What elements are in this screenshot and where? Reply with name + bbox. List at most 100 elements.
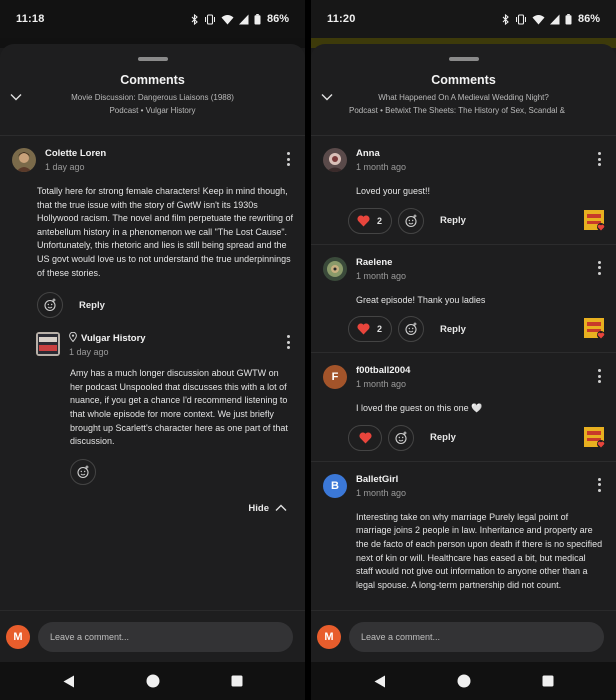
- podcast-name: Podcast • Vulgar History: [109, 106, 196, 115]
- episode-title: What Happened On A Medieval Wedding Nigh…: [378, 93, 549, 102]
- home-circle-icon: [146, 674, 159, 688]
- more-options-button[interactable]: [283, 334, 293, 350]
- heart-reaction-button[interactable]: 2: [348, 207, 393, 234]
- comment-input[interactable]: [349, 621, 604, 652]
- reply-button[interactable]: Reply: [440, 215, 466, 226]
- comment-text: I loved the guest on this one 🤍: [356, 403, 483, 414]
- add-reaction-button[interactable]: [388, 424, 414, 451]
- comment-time: 1 month ago: [356, 270, 407, 281]
- sheet-title: Comments: [120, 73, 185, 87]
- more-options-button[interactable]: [594, 151, 604, 167]
- avatar[interactable]: F: [323, 365, 347, 390]
- reply-button[interactable]: Reply: [79, 300, 105, 311]
- podcast-name: Podcast • Betwixt The Sheets: The Histor…: [349, 106, 565, 115]
- home-button[interactable]: [145, 673, 161, 689]
- reaction-count: 2: [377, 324, 383, 335]
- recents-square-icon: [542, 675, 553, 687]
- user-photo-icon: [12, 148, 36, 172]
- heart-reaction-button[interactable]: [348, 424, 382, 451]
- signal-icon: [238, 14, 249, 24]
- comment-input[interactable]: [38, 621, 293, 652]
- comment-author[interactable]: Raelene: [356, 257, 604, 269]
- heart-icon: [357, 215, 370, 227]
- podcast-liked-badge-icon: [584, 209, 605, 231]
- heart-reaction-button[interactable]: 2: [348, 316, 393, 343]
- add-reaction-button[interactable]: [398, 207, 425, 234]
- back-triangle-icon: [374, 675, 385, 687]
- user-photo-icon: [323, 256, 347, 281]
- add-reaction-icon: [395, 431, 407, 444]
- add-reaction-icon: [405, 214, 417, 227]
- comment-item: Anna 1 month ago Loved your guest!! 2 Re…: [311, 136, 616, 245]
- sheet-header: Comments What Happened On A Medieval Wed…: [311, 61, 616, 135]
- more-options-button[interactable]: [283, 151, 293, 167]
- podcast-avatar[interactable]: [36, 332, 60, 357]
- recents-button[interactable]: [229, 673, 245, 689]
- back-button[interactable]: [61, 673, 77, 689]
- more-options-button[interactable]: [594, 260, 604, 276]
- recents-button[interactable]: [540, 673, 556, 689]
- reply-author[interactable]: Vulgar History: [81, 333, 146, 344]
- more-options-button[interactable]: [594, 477, 604, 493]
- battery-percent: 86%: [266, 13, 289, 25]
- battery-icon: [565, 13, 572, 24]
- reaction-count: 2: [377, 215, 383, 226]
- collapse-sheet-button[interactable]: [317, 87, 337, 107]
- reply-time: 1 day ago: [69, 347, 109, 358]
- avatar[interactable]: [323, 148, 347, 172]
- chevron-down-icon: [10, 94, 22, 101]
- podcast-liked-badge-icon: [584, 318, 605, 340]
- comments-sheet: Comments Movie Discussion: Dangerous Lia…: [0, 44, 305, 662]
- signal-icon: [549, 14, 560, 24]
- add-reaction-icon: [44, 298, 56, 312]
- recents-square-icon: [231, 675, 242, 687]
- comment-item: Colette Loren 1 day ago Totally here for…: [0, 136, 305, 514]
- vibrate-icon: [204, 13, 215, 25]
- home-button[interactable]: [456, 673, 472, 689]
- comment-author[interactable]: BalletGirl: [356, 474, 604, 486]
- comment-text: Loved your guest!!: [356, 186, 431, 196]
- sheet-title: Comments: [431, 73, 496, 87]
- wifi-icon: [221, 14, 234, 24]
- more-options-button[interactable]: [594, 368, 604, 384]
- system-nav-bar: [0, 662, 305, 700]
- comments-sheet: Comments What Happened On A Medieval Wed…: [311, 44, 616, 662]
- hide-replies-button[interactable]: Hide: [36, 485, 293, 514]
- heart-icon: [358, 432, 372, 444]
- podcast-artwork-icon: [36, 332, 60, 357]
- right-screen: 11:20 86% Comments What Happened On A Me…: [311, 0, 616, 700]
- my-avatar[interactable]: M: [317, 624, 341, 649]
- reply-button[interactable]: Reply: [430, 432, 456, 443]
- comment-author[interactable]: f00tball2004: [356, 365, 604, 377]
- add-reaction-button[interactable]: [37, 292, 63, 319]
- location-pin-icon: [69, 332, 77, 343]
- my-avatar[interactable]: M: [6, 624, 30, 649]
- add-reaction-button[interactable]: [398, 316, 425, 343]
- avatar[interactable]: [12, 148, 36, 172]
- heart-icon: [357, 323, 370, 335]
- sheet-header: Comments Movie Discussion: Dangerous Lia…: [0, 61, 305, 135]
- add-reaction-icon: [405, 322, 417, 336]
- vibrate-icon: [515, 13, 526, 25]
- collapse-sheet-button[interactable]: [6, 87, 26, 107]
- comment-time: 1 month ago: [356, 487, 407, 498]
- comment-author[interactable]: Colette Loren: [45, 148, 293, 160]
- comment-item: B BalletGirl 1 month ago Interesting tak…: [311, 462, 616, 593]
- left-screen: 11:18 86% Comments Movie Discussion: Dan…: [0, 0, 305, 700]
- battery-percent: 86%: [577, 13, 600, 25]
- bluetooth-icon: [502, 13, 509, 25]
- status-bar: 11:18 86%: [0, 0, 305, 38]
- back-button[interactable]: [372, 673, 388, 689]
- back-triangle-icon: [63, 675, 74, 687]
- comment-item: F f00tball2004 1 month ago I loved the g…: [311, 353, 616, 462]
- status-time: 11:20: [327, 13, 356, 25]
- avatar[interactable]: B: [323, 473, 347, 498]
- avatar[interactable]: [323, 256, 347, 281]
- comment-author[interactable]: Anna: [356, 148, 604, 160]
- add-reaction-button[interactable]: [70, 458, 96, 485]
- comment-time: 1 day ago: [45, 162, 85, 172]
- reply-button[interactable]: Reply: [440, 324, 466, 335]
- system-nav-bar: [311, 662, 616, 700]
- status-time: 11:18: [16, 13, 45, 25]
- chevron-down-icon: [321, 94, 333, 101]
